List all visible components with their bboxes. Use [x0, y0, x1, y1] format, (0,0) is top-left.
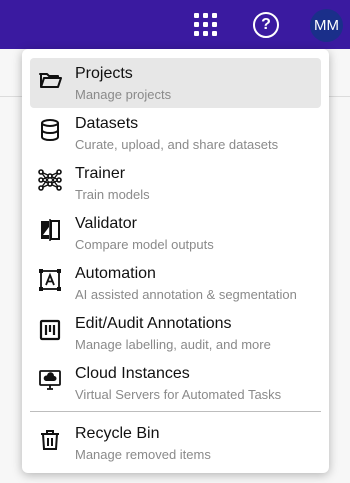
- menu-item-cloud-instances[interactable]: Cloud Instances Virtual Servers for Auto…: [30, 358, 321, 408]
- menu-item-description: Virtual Servers for Automated Tasks: [75, 387, 282, 402]
- database-icon: [38, 118, 62, 142]
- menu-item-title: Edit/Audit Annotations: [75, 315, 232, 332]
- menu-item-validator[interactable]: Validator Compare model outputs: [30, 208, 321, 258]
- menu-item-title: Projects: [75, 65, 133, 82]
- board-icon: [38, 318, 62, 342]
- trash-icon: [38, 428, 62, 452]
- menu-item-datasets[interactable]: Datasets Curate, upload, and share datas…: [30, 108, 321, 158]
- menu-item-description: Compare model outputs: [75, 237, 214, 252]
- user-avatar[interactable]: MM: [310, 9, 343, 42]
- menu-item-recycle-bin[interactable]: Recycle Bin Manage removed items: [30, 418, 321, 468]
- menu-item-automation[interactable]: Automation AI assisted annotation & segm…: [30, 258, 321, 308]
- neural-network-icon: [38, 168, 62, 192]
- menu-item-title: Validator: [75, 215, 137, 232]
- apps-grid-icon[interactable]: [194, 13, 218, 37]
- menu-item-edit-audit-annotations[interactable]: Edit/Audit Annotations Manage labelling,…: [30, 308, 321, 358]
- menu-item-title: Recycle Bin: [75, 425, 160, 442]
- cloud-desktop-icon: [38, 368, 62, 392]
- apps-dropdown-menu: Projects Manage projects Datasets Curate…: [22, 49, 329, 473]
- menu-item-title: Automation: [75, 265, 156, 282]
- menu-item-title: Cloud Instances: [75, 365, 190, 382]
- compare-icon: [38, 218, 62, 242]
- auto-annotate-icon: [38, 268, 62, 292]
- menu-item-trainer[interactable]: Trainer Train models: [30, 158, 321, 208]
- menu-item-description: Curate, upload, and share datasets: [75, 137, 279, 152]
- menu-item-description: Train models: [75, 187, 150, 202]
- menu-item-title: Datasets: [75, 115, 139, 132]
- menu-item-description: Manage removed items: [75, 447, 211, 462]
- menu-item-description: Manage projects: [75, 87, 172, 102]
- menu-item-projects[interactable]: Projects Manage projects: [30, 58, 321, 108]
- top-app-bar: ? MM: [0, 0, 350, 49]
- help-icon[interactable]: ?: [253, 12, 279, 38]
- menu-item-description: AI assisted annotation & segmentation: [75, 287, 297, 302]
- folder-open-icon: [38, 68, 62, 92]
- menu-divider: [30, 411, 321, 412]
- menu-item-description: Manage labelling, audit, and more: [75, 337, 271, 352]
- menu-item-title: Trainer: [75, 165, 126, 182]
